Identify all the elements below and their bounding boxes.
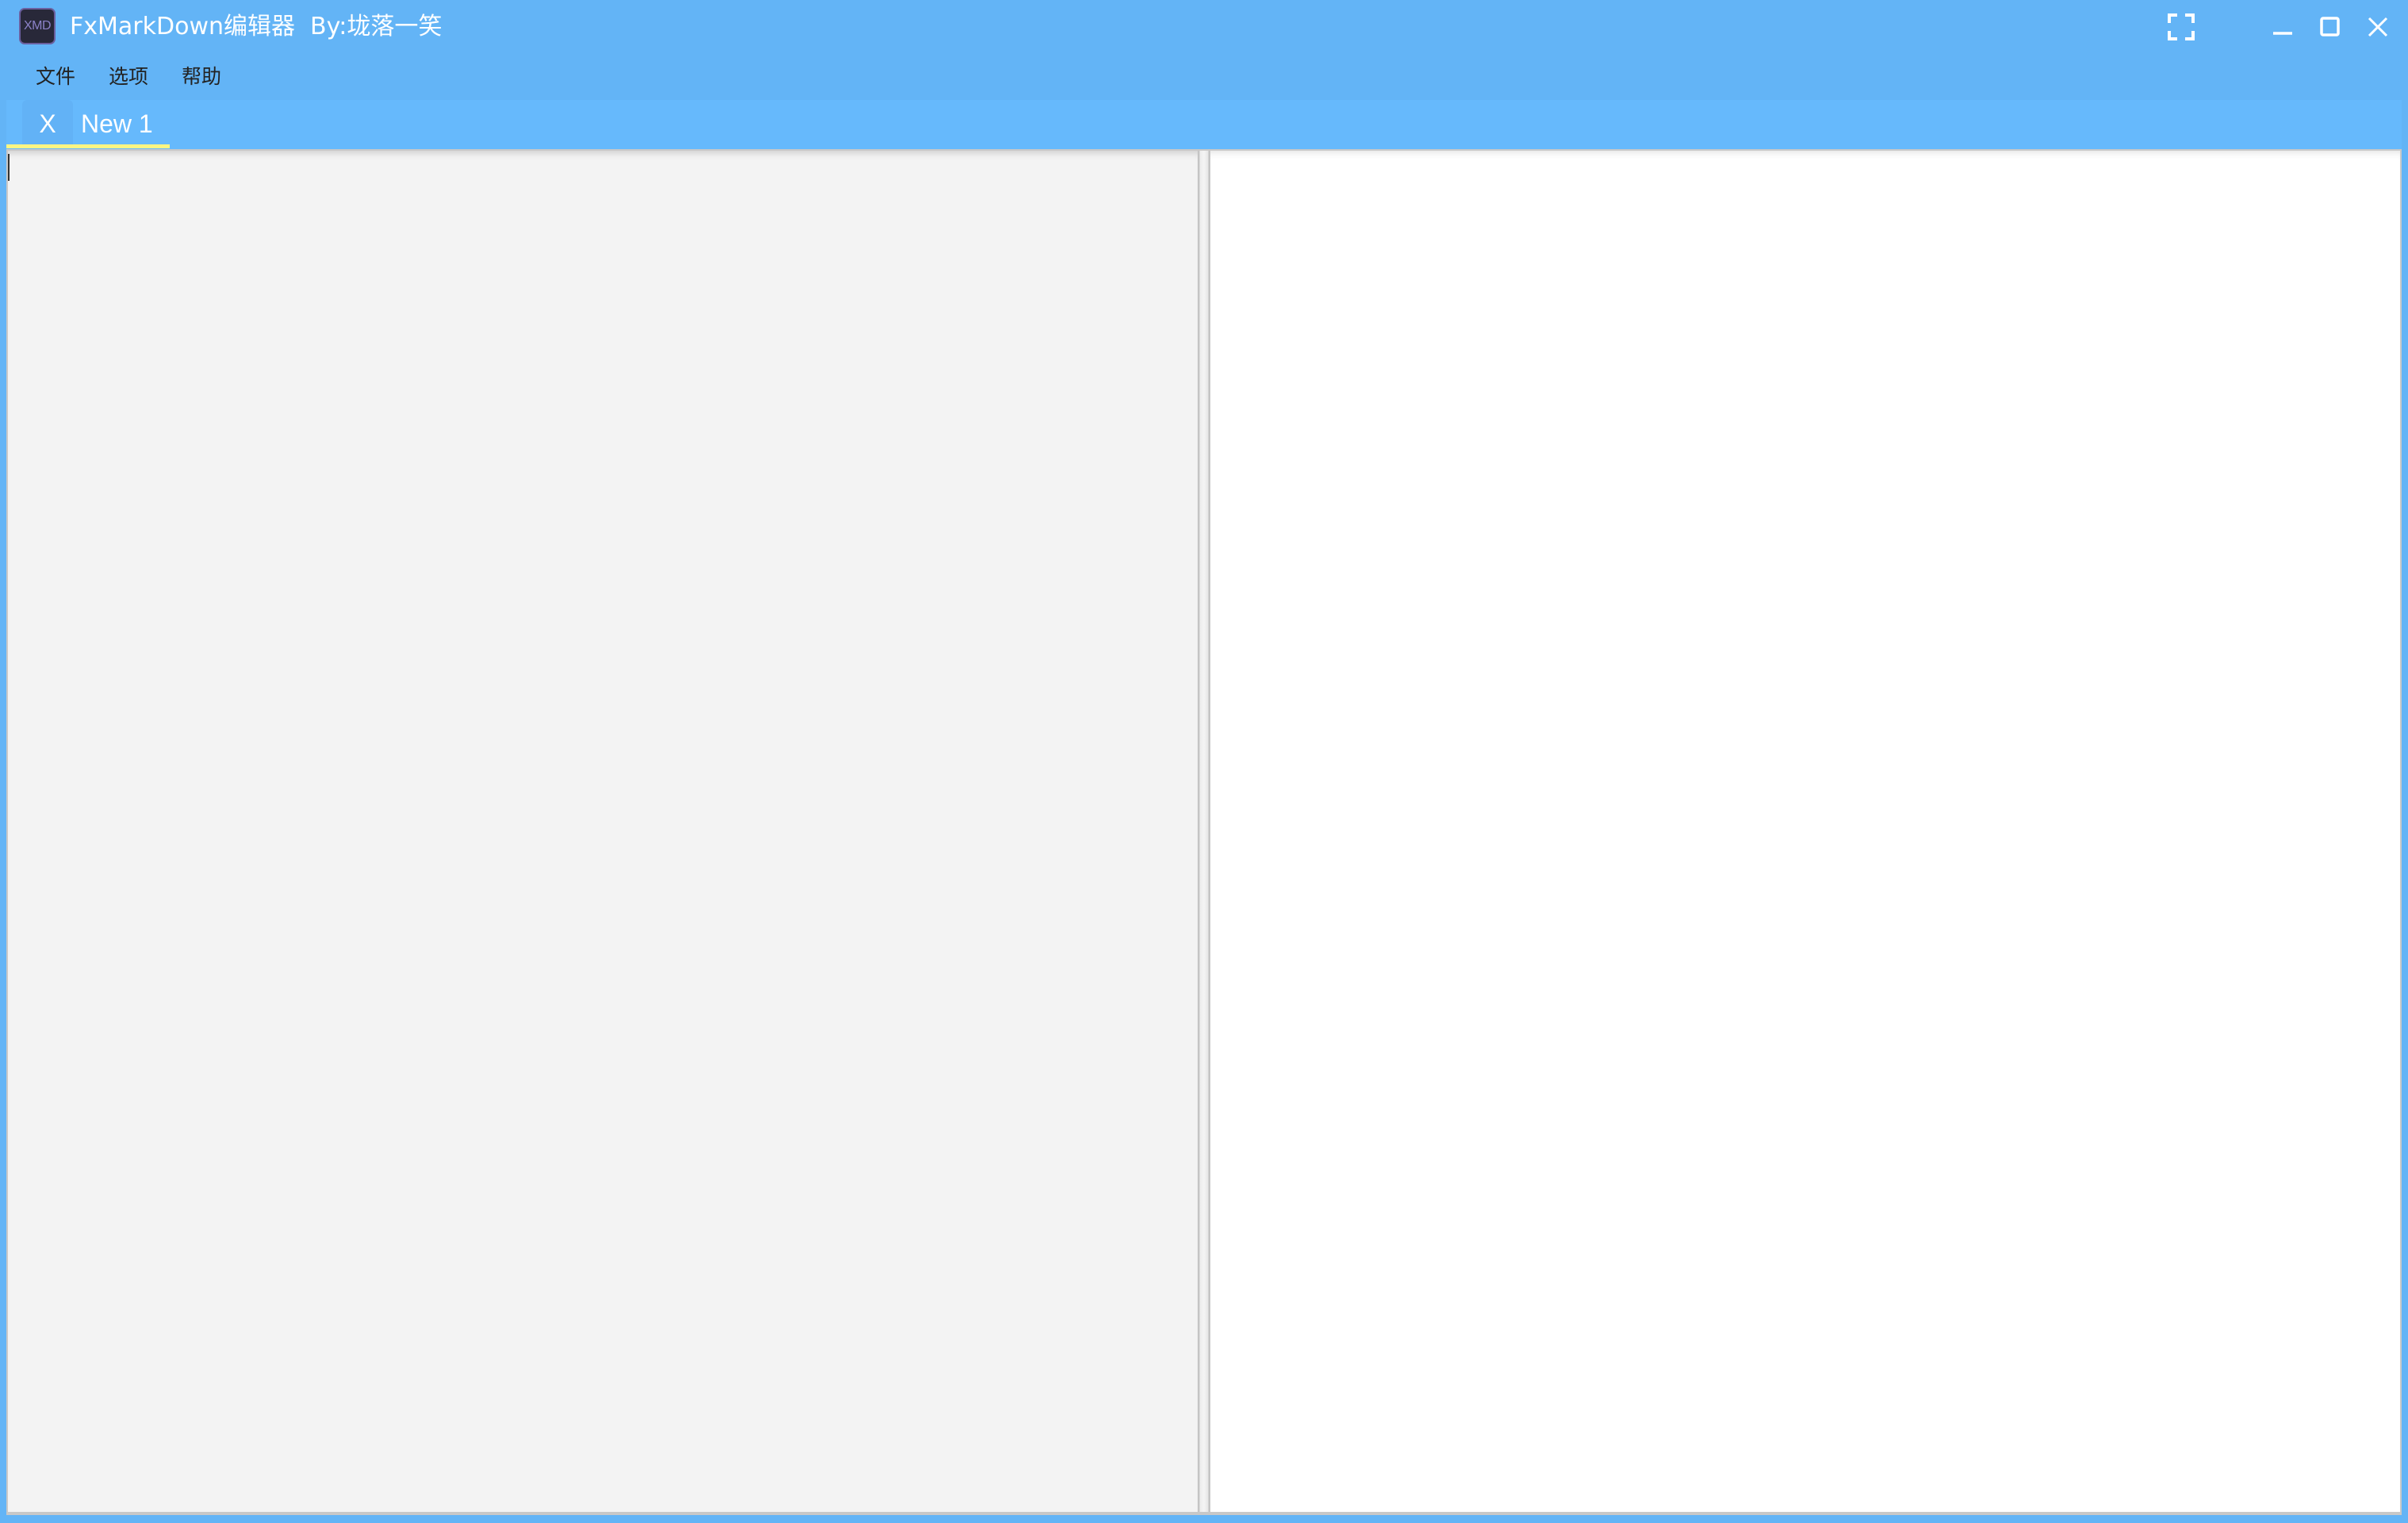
title-bar[interactable]: XMD FxMarkDown编辑器 By:垅落一笑 <box>0 0 2408 54</box>
active-tab-indicator <box>6 144 170 148</box>
menu-file[interactable]: 文件 <box>36 63 75 90</box>
fullscreen-icon <box>2168 13 2195 40</box>
tab-label[interactable]: New 1 <box>81 108 153 140</box>
markdown-preview <box>1210 151 2400 1512</box>
text-caret <box>8 154 10 181</box>
maximize-button[interactable] <box>2314 11 2346 43</box>
tab-new-1[interactable]: X New 1 <box>6 100 170 148</box>
fullscreen-button[interactable] <box>2165 11 2197 43</box>
app-logo-icon: XMD <box>19 8 56 44</box>
close-icon <box>2368 17 2388 37</box>
menu-options[interactable]: 选项 <box>109 63 148 90</box>
split-divider[interactable] <box>1198 151 1210 1512</box>
menu-bar: 文件 选项 帮助 <box>0 54 2408 100</box>
minimize-icon <box>2273 32 2292 35</box>
close-button[interactable] <box>2362 11 2394 43</box>
minimize-button[interactable] <box>2267 11 2299 43</box>
split-pane <box>6 149 2402 1515</box>
tab-bar: X New 1 <box>6 100 2402 149</box>
window-title: FxMarkDown编辑器 By:垅落一笑 <box>70 13 443 40</box>
menu-help[interactable]: 帮助 <box>182 63 221 90</box>
markdown-editor[interactable] <box>8 151 1198 1512</box>
maximize-icon <box>2320 17 2340 36</box>
tab-close-button[interactable]: X <box>22 100 73 148</box>
